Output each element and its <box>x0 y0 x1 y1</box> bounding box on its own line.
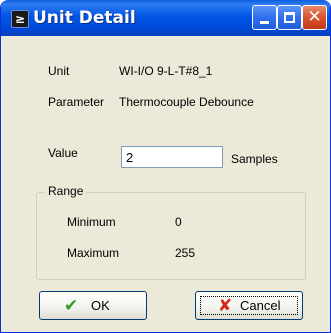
window-title: Unit Detail <box>33 8 136 28</box>
unit-label: Unit <box>48 64 70 78</box>
minimize-button[interactable] <box>252 5 277 30</box>
cancel-button[interactable]: ✘ Cancel <box>195 291 303 320</box>
cancel-button-label: Cancel <box>240 298 281 313</box>
minimum-label: Minimum <box>67 215 116 229</box>
parameter-label: Parameter <box>48 95 105 109</box>
close-icon: ✕ <box>307 7 322 27</box>
ok-button[interactable]: ✔ OK <box>39 291 147 320</box>
maximize-icon <box>284 12 295 23</box>
minimize-icon <box>260 21 269 24</box>
range-groupbox <box>36 192 306 280</box>
value-label: Value <box>48 146 78 160</box>
maximize-button[interactable] <box>277 5 302 30</box>
minimum-value: 0 <box>175 215 182 229</box>
range-title: Range <box>45 184 87 198</box>
cancel-x-icon: ✘ <box>218 296 233 316</box>
value-units: Samples <box>231 152 278 166</box>
app-icon: ≥ <box>11 10 29 28</box>
parameter-value: Thermocouple Debounce <box>119 95 254 109</box>
checkmark-icon: ✔ <box>64 296 79 316</box>
value-input[interactable] <box>121 146 223 168</box>
unit-detail-dialog: ≥ Unit Detail ✕ Unit WI-I/O 9-L-T#8_1 Pa… <box>0 0 331 333</box>
title-bar[interactable]: ≥ Unit Detail ✕ <box>1 0 330 36</box>
maximum-value: 255 <box>175 246 196 260</box>
close-button[interactable]: ✕ <box>302 5 327 30</box>
unit-value: WI-I/O 9-L-T#8_1 <box>119 64 213 78</box>
maximum-label: Maximum <box>67 246 120 260</box>
ok-button-label: OK <box>91 298 110 313</box>
